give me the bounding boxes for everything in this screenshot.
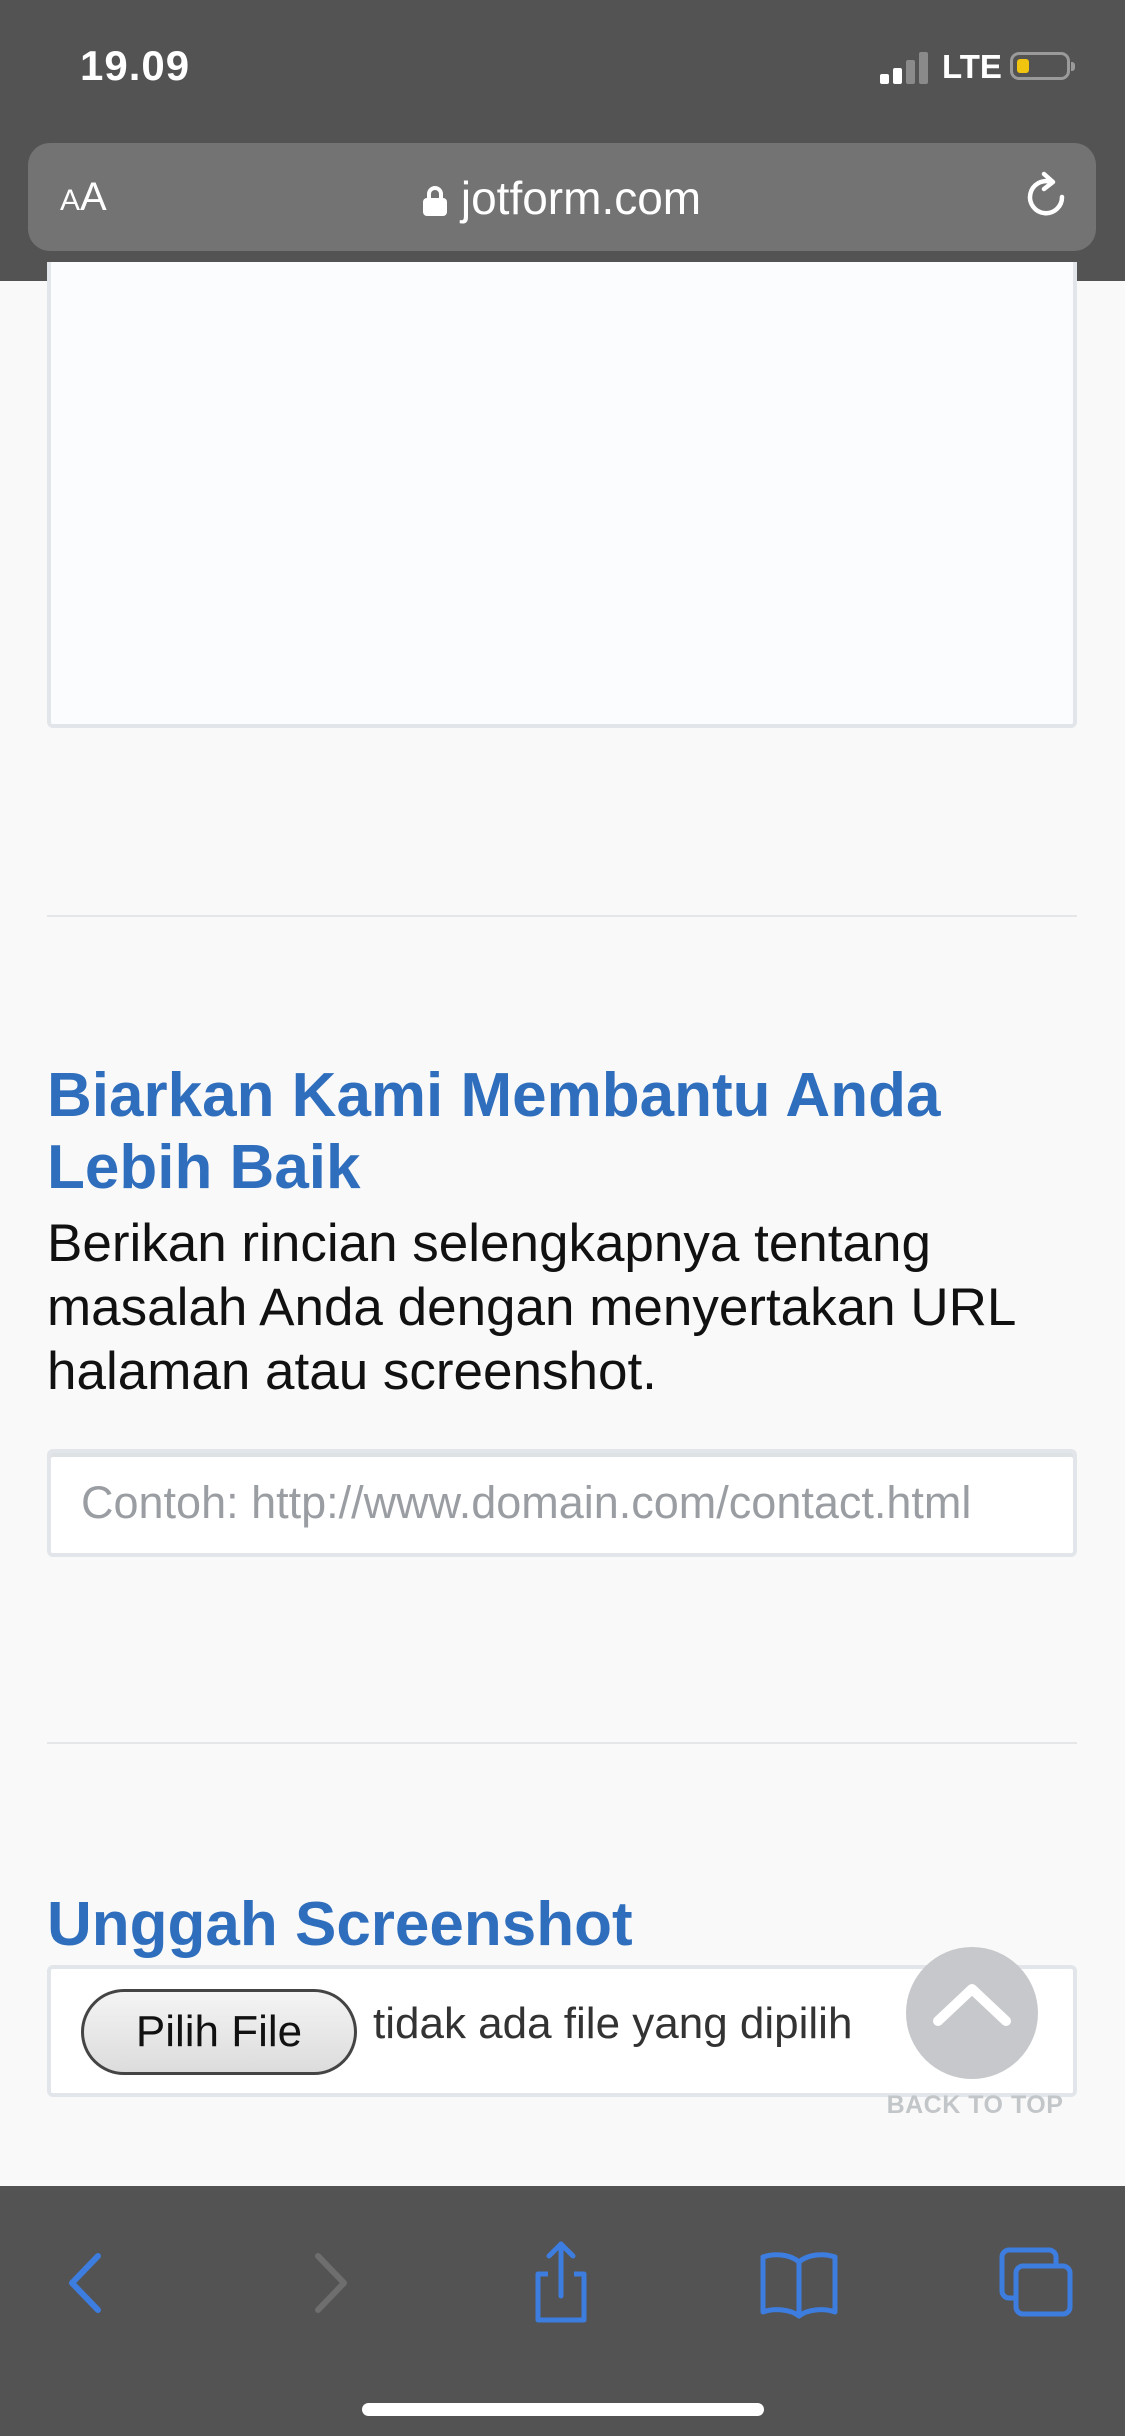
- browser-toolbar: [0, 2186, 1125, 2436]
- section-divider: [47, 1742, 1077, 1744]
- address-bar[interactable]: AA jotform.com: [28, 143, 1096, 251]
- page-url-input[interactable]: [47, 1449, 1077, 1557]
- home-indicator: [362, 2403, 764, 2416]
- url-display[interactable]: jotform.com: [28, 171, 1096, 225]
- status-time: 19.09: [80, 42, 191, 89]
- back-to-top-label: BACK TO TOP: [886, 2091, 1064, 2119]
- network-type: LTE: [942, 48, 1002, 85]
- section-divider: [47, 915, 1077, 917]
- choose-file-button[interactable]: Pilih File: [81, 1989, 357, 2075]
- file-status-text: tidak ada file yang dipilih: [373, 1999, 853, 2048]
- bookmarks-icon[interactable]: [754, 2238, 844, 2328]
- lock-icon: [422, 186, 447, 216]
- tabs-icon[interactable]: [990, 2238, 1080, 2328]
- browser-top-bar: 19.09 LTE AA jotform.com: [0, 0, 1125, 281]
- battery-icon: [1010, 52, 1075, 80]
- back-to-top-button[interactable]: BACK TO TOP: [880, 1945, 1070, 2125]
- reload-icon[interactable]: [1018, 169, 1074, 225]
- url-text: jotform.com: [460, 172, 702, 224]
- back-icon[interactable]: [42, 2238, 132, 2328]
- help-section-description: Berikan rincian selengkapnya tentang mas…: [47, 1214, 1015, 1401]
- previous-textarea[interactable]: [47, 262, 1077, 728]
- chevron-up-icon: [933, 1984, 1011, 2026]
- share-icon[interactable]: [516, 2238, 606, 2328]
- help-section-title: Biarkan Kami Membantu Anda Lebih Baik: [47, 1061, 941, 1202]
- signal-icon: [880, 50, 932, 84]
- forward-icon[interactable]: [284, 2238, 374, 2328]
